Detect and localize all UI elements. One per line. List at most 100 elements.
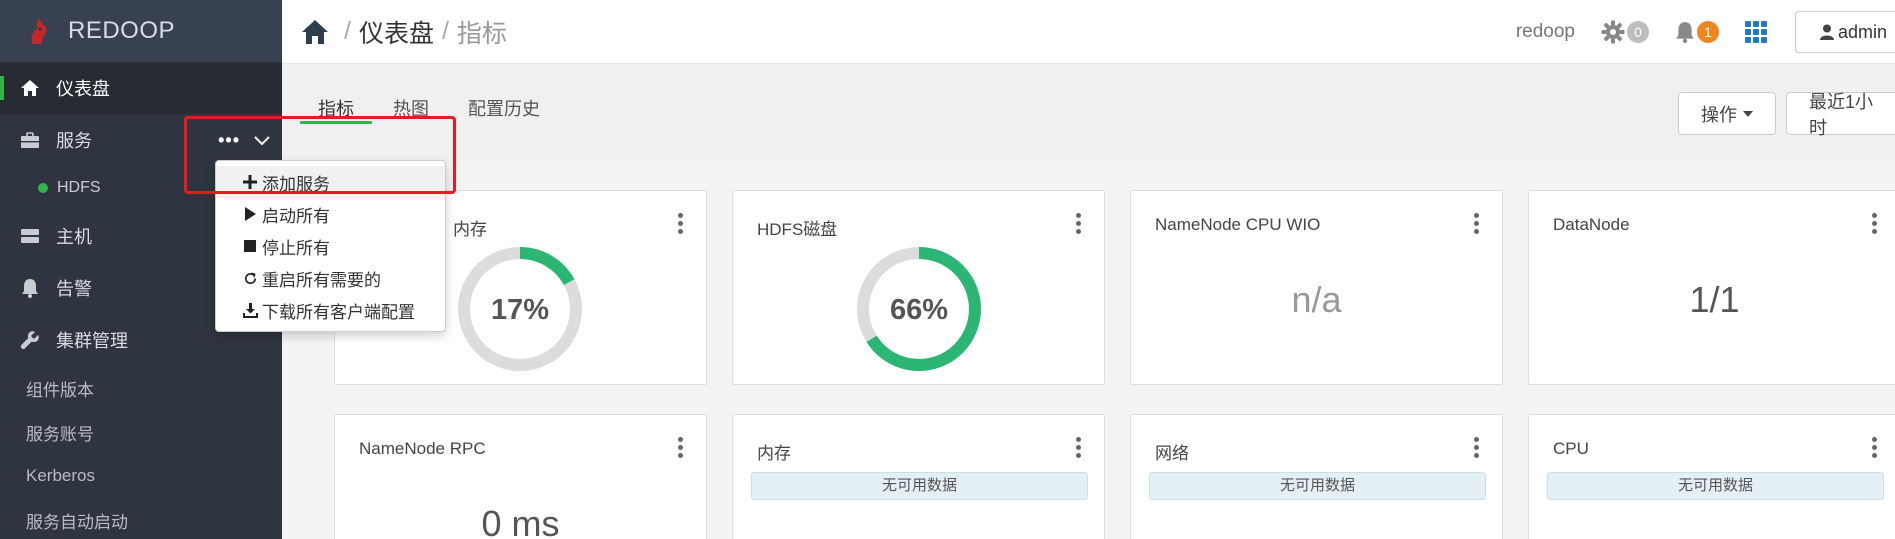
tab-metrics[interactable]: 指标 (318, 95, 354, 121)
widget-value: 1/1 (1689, 279, 1740, 320)
sidebar-link-label: 服务账号 (26, 424, 94, 444)
menu-item-stop-all[interactable]: 停止所有 (216, 230, 445, 262)
widget-title: CPU (1553, 439, 1589, 458)
gauge-value: 17% (491, 294, 549, 326)
background-ops-button[interactable]: 0 (1601, 20, 1649, 44)
breadcrumb: / 仪表盘 / 指标 (282, 14, 507, 50)
widget-title: DataNode (1553, 215, 1630, 234)
tab-config-history[interactable]: 配置历史 (468, 95, 540, 121)
no-data-banner: 无可用数据 (1547, 472, 1884, 500)
sidebar-link-service-accounts[interactable]: 服务账号 (0, 410, 282, 454)
no-data-banner: 无可用数据 (1149, 472, 1486, 500)
widget-title: NameNode CPU WIO (1155, 215, 1321, 234)
widget-memory[interactable]: 内存 无可用数据 (732, 414, 1105, 539)
menu-item-label: 下载所有客户端配置 (262, 302, 415, 322)
menu-item-start-all[interactable]: 启动所有 (216, 198, 445, 230)
actions-dropdown-button[interactable]: 操作 (1678, 92, 1776, 135)
service-name: HDFS (57, 179, 101, 196)
widget-value: 0 ms (481, 503, 560, 539)
widget-menu-icon[interactable] (678, 437, 684, 458)
sidebar-item-label: 服务 (56, 131, 92, 151)
widget-menu-icon[interactable] (678, 213, 684, 234)
menu-item-add-service[interactable]: 添加服务 (216, 166, 445, 198)
widget-datanode[interactable]: DataNode 1/1 (1528, 190, 1895, 385)
alerts-count-badge: 1 (1697, 21, 1719, 43)
time-range-button[interactable]: 最近1小时 (1786, 92, 1895, 138)
ops-count-badge: 0 (1627, 21, 1649, 43)
menu-item-restart-required[interactable]: 重启所有需要的 (216, 262, 445, 294)
apps-grid-icon[interactable] (1745, 21, 1767, 43)
widget-title: 内存 (757, 444, 791, 463)
breadcrumb-separator: / (344, 17, 351, 45)
sidebar-item-dashboard[interactable]: 仪表盘 (0, 62, 282, 114)
widget-menu-icon[interactable] (1474, 213, 1480, 234)
widget-menu-icon[interactable] (1474, 437, 1480, 458)
tab-heatmaps[interactable]: 热图 (393, 95, 429, 121)
stop-icon (242, 238, 258, 254)
menu-item-label: 停止所有 (262, 238, 330, 258)
service-status-icon (38, 183, 48, 193)
menu-item-download-client-configs[interactable]: 下载所有客户端配置 (216, 294, 445, 326)
widget-menu-icon[interactable] (1076, 437, 1082, 458)
sidebar-item-label: 主机 (56, 227, 92, 247)
sidebar-link-label: 组件版本 (26, 380, 94, 400)
more-actions-icon[interactable]: ••• (218, 130, 240, 151)
brand[interactable]: REDOOP (0, 0, 282, 62)
home-icon (18, 76, 42, 100)
refresh-icon (242, 270, 258, 286)
wrench-icon (18, 328, 42, 352)
sidebar-item-label: 告警 (56, 279, 92, 299)
sidebar-link-label: Kerberos (26, 466, 95, 485)
widget-cpu[interactable]: CPU 无可用数据 (1528, 414, 1895, 539)
widget-title: 网络 (1155, 444, 1189, 463)
widget-menu-icon[interactable] (1872, 437, 1878, 458)
breadcrumb-current: 指标 (456, 19, 507, 48)
redoop-logo-icon (31, 18, 47, 44)
widget-namenode-rpc[interactable]: NameNode RPC 0 ms (334, 414, 707, 539)
brand-name: REDOOP (68, 17, 176, 44)
user-name: admin (1838, 21, 1888, 42)
plus-icon (242, 174, 258, 190)
alerts-button[interactable]: 1 (1675, 21, 1719, 43)
widget-menu-icon[interactable] (1076, 213, 1082, 234)
top-bar: / 仪表盘 / 指标 redoop 0 1 admin (282, 0, 1895, 64)
bell-icon (18, 276, 42, 300)
menu-item-label: 重启所有需要的 (262, 270, 381, 290)
gauge-hdfs-disk: 66% (857, 247, 981, 371)
sidebar-link-component-versions[interactable]: 组件版本 (0, 366, 282, 410)
sidebar-link-label: 服务自动启动 (26, 512, 128, 532)
top-right-controls: redoop 0 1 admin (1516, 0, 1895, 64)
sidebar-link-kerberos[interactable]: Kerberos (0, 454, 282, 498)
gauge-memory: 17% (458, 247, 582, 371)
widget-menu-icon[interactable] (1872, 213, 1878, 234)
sidebar-item-label: 集群管理 (56, 331, 128, 351)
breadcrumb-dashboard[interactable]: 仪表盘 (359, 14, 434, 50)
dashboard-tabs: 指标 热图 配置历史 操作 最近1小时 (282, 65, 1895, 161)
widget-namenode-cpu-wio[interactable]: NameNode CPU WIO n/a (1130, 190, 1503, 385)
widget-network[interactable]: 网络 无可用数据 (1130, 414, 1503, 539)
breadcrumb-separator: / (441, 17, 449, 45)
menu-item-label: 添加服务 (262, 174, 330, 194)
widget-value: n/a (1291, 279, 1342, 320)
widgets-area: 内存 17% HDFS磁盘 66% NameNode CPU WIO n/a D… (282, 161, 1895, 539)
server-icon (18, 224, 42, 248)
chevron-down-icon[interactable] (254, 130, 270, 151)
sidebar-link-service-auto-start[interactable]: 服务自动启动 (0, 498, 282, 539)
menu-item-label: 启动所有 (262, 206, 330, 226)
download-icon (242, 302, 258, 318)
time-range-label: 最近1小时 (1809, 91, 1874, 138)
cluster-name[interactable]: redoop (1516, 21, 1575, 43)
actions-label: 操作 (1701, 104, 1737, 125)
user-menu-button[interactable]: admin (1795, 11, 1895, 53)
user-icon (1820, 24, 1834, 40)
sidebar-item-services[interactable]: 服务 ••• (0, 114, 282, 166)
briefcase-icon (18, 128, 42, 152)
active-tab-indicator (300, 121, 372, 124)
service-actions-menu: 添加服务 启动所有 停止所有 重启所有需要的 下载所有客户端配置 (215, 160, 446, 332)
service-actions: ••• (218, 130, 270, 151)
play-icon (242, 206, 258, 222)
gear-icon (1601, 20, 1625, 44)
home-icon[interactable] (300, 18, 330, 46)
widget-title: 内存 (453, 220, 487, 239)
widget-hdfs-disk[interactable]: HDFS磁盘 66% (732, 190, 1105, 385)
